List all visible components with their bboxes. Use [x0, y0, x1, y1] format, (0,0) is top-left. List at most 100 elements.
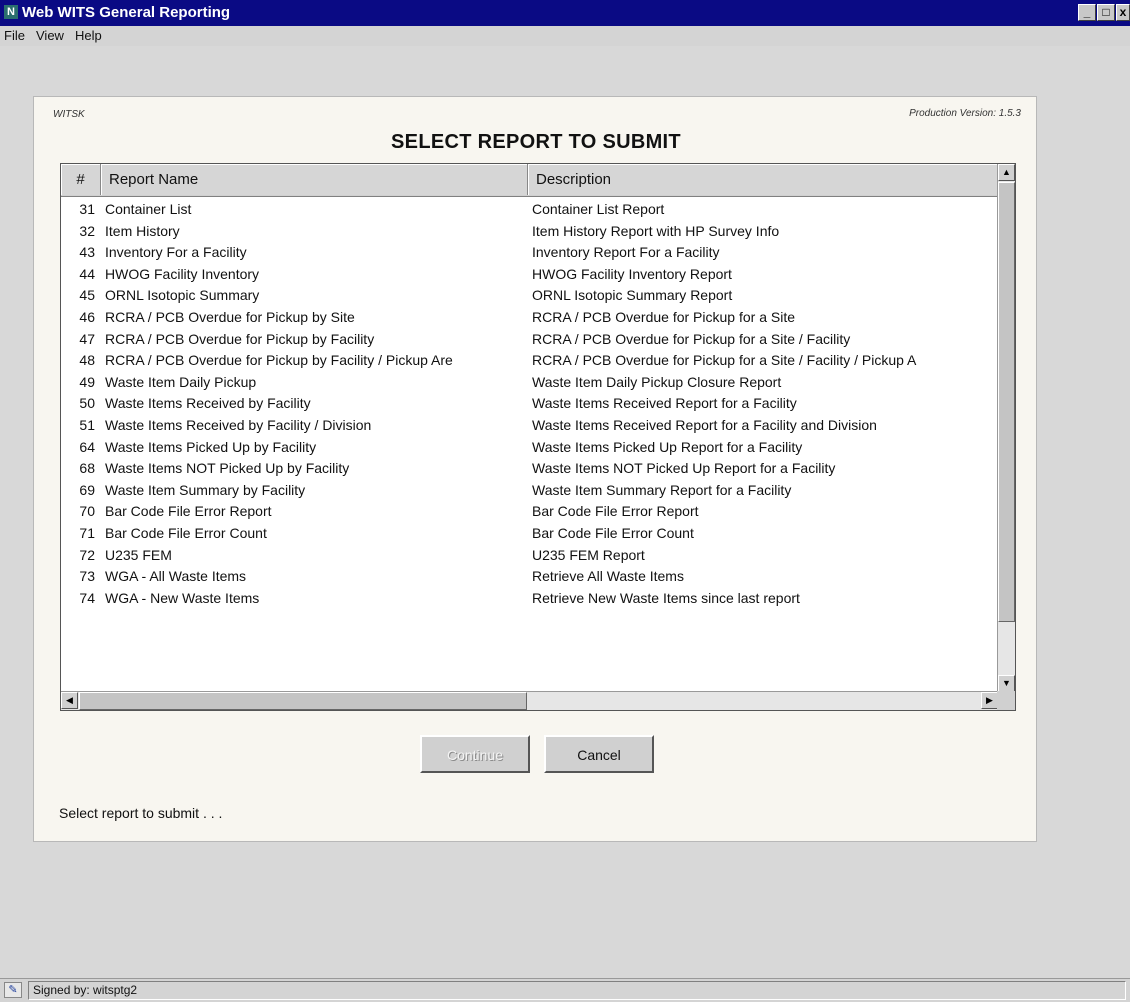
- report-number-cell: 64: [79, 438, 95, 455]
- report-number-cell: 50: [79, 395, 95, 412]
- table-row[interactable]: 69 Waste Item Summary by Facility Waste It…: [61, 480, 998, 502]
- report-number-cell: 32: [79, 222, 95, 239]
- report-name-cell: RCRA / PCB Overdue for Pickup by Facilit…: [105, 330, 375, 347]
- signed-by-label: Signed by: witsptg2: [28, 981, 1126, 1000]
- report-name-cell: Waste Items Received by Facility: [105, 395, 311, 412]
- report-name-cell: U235 FEM: [105, 546, 172, 563]
- scroll-left-arrow-icon[interactable]: ◀: [61, 692, 78, 709]
- report-number-cell: 31: [79, 201, 95, 217]
- report-number-cell: 51: [79, 417, 95, 433]
- report-name-cell: Bar Code File Error Report: [105, 503, 272, 520]
- security-key-icon: ✎: [4, 982, 22, 998]
- report-description-cell: HWOG Facility Inventory Report: [532, 265, 732, 282]
- report-number-cell: 49: [79, 373, 95, 390]
- report-description-cell: Waste Item Summary Report for a Facility: [532, 481, 792, 498]
- minimize-button[interactable]: _: [1078, 4, 1096, 21]
- report-name-cell: RCRA / PCB Overdue for Pickup by Facilit…: [105, 352, 453, 369]
- table-row[interactable]: 73 WGA - All Waste Items Retrieve All Wast…: [61, 566, 998, 588]
- report-number-cell: 69: [79, 481, 95, 498]
- report-description-cell: Inventory Report For a Facility: [532, 244, 720, 261]
- report-name-cell: Waste Item Summary by Facility: [105, 481, 306, 498]
- report-number-cell: 73: [79, 568, 95, 585]
- report-description-cell: Waste Item Daily Pickup Closure Report: [532, 373, 782, 390]
- report-number-cell: 72: [79, 546, 95, 563]
- report-name-cell: Waste Item Daily Pickup: [105, 373, 257, 390]
- report-name-cell: Bar Code File Error Count: [105, 525, 267, 541]
- table-row[interactable]: 45 ORNL Isotopic Summary ORNL Isotopic Sum…: [61, 285, 998, 307]
- report-name-cell: Container List: [105, 201, 192, 217]
- report-number-cell: 45: [79, 287, 95, 304]
- table-row[interactable]: 47 RCRA / PCB Overdue for Pickup by Facil…: [61, 329, 998, 351]
- report-name-cell: WGA - New Waste Items: [105, 589, 260, 606]
- version-label: Production Version: 1.5.3: [909, 108, 1021, 119]
- status-message: Select report to submit . . .: [59, 805, 223, 821]
- report-panel: WITSK Production Version: 1.5.3 SELECT R…: [33, 96, 1037, 842]
- report-name-cell: Waste Items Received by Facility / Divis…: [105, 417, 372, 433]
- report-name-cell: Inventory For a Facility: [105, 244, 247, 261]
- continue-button[interactable]: Continue: [420, 735, 530, 773]
- report-description-cell: U235 FEM Report: [532, 546, 645, 563]
- menu-help[interactable]: Help: [75, 28, 102, 43]
- table-row[interactable]: 49 Waste Item Daily Pickup Waste Item Dail…: [61, 372, 998, 394]
- report-name-cell: Item History: [105, 222, 180, 239]
- table-header: # Report Name Description: [61, 164, 998, 197]
- report-number-cell: 68: [79, 460, 95, 477]
- column-header-description[interactable]: Description: [528, 164, 998, 195]
- table-row[interactable]: 32 Item History Item History Report with H…: [61, 221, 998, 243]
- report-description-cell: Waste Items NOT Picked Up Report for a F…: [532, 460, 836, 477]
- report-table: # Report Name Description 31 Container Li…: [60, 163, 1016, 711]
- report-number-cell: 47: [79, 330, 95, 347]
- cancel-button[interactable]: Cancel: [544, 735, 654, 773]
- vertical-scroll-thumb[interactable]: [998, 182, 1015, 622]
- table-row[interactable]: 50 Waste Items Received by Facility Waste …: [61, 393, 998, 415]
- table-row[interactable]: 71 Bar Code File Error Count Bar Code File…: [61, 523, 998, 545]
- table-row[interactable]: 31 Container List Container List Report: [61, 199, 998, 221]
- table-row[interactable]: 43 Inventory For a Facility Inventory Repo…: [61, 242, 998, 264]
- vertical-scrollbar[interactable]: ▲ ▼: [997, 164, 1015, 692]
- app-code: WITSK: [53, 109, 85, 120]
- report-description-cell: Waste Items Received Report for a Facili…: [532, 395, 797, 412]
- report-name-cell: RCRA / PCB Overdue for Pickup by Site: [105, 309, 355, 325]
- table-row[interactable]: 51 Waste Items Received by Facility / Div…: [61, 415, 998, 437]
- report-description-cell: Waste Items Received Report for a Facili…: [532, 417, 877, 433]
- report-description-cell: ORNL Isotopic Summary Report: [532, 287, 733, 304]
- table-row[interactable]: 68 Waste Items NOT Picked Up by Facility W…: [61, 458, 998, 480]
- report-description-cell: RCRA / PCB Overdue for Pickup for a Site…: [532, 352, 917, 369]
- horizontal-scroll-thumb[interactable]: [79, 692, 527, 710]
- table-row[interactable]: 44 HWOG Facility Inventory HWOG Facility I…: [61, 264, 998, 286]
- table-row[interactable]: 46 RCRA / PCB Overdue for Pickup by Site R…: [61, 307, 998, 329]
- table-row[interactable]: 72 U235 FEM U235 FEM Report: [61, 545, 998, 567]
- table-row[interactable]: 70 Bar Code File Error Report Bar Code Fil…: [61, 501, 998, 523]
- menu-file[interactable]: File: [4, 28, 25, 43]
- table-row[interactable]: 64 Waste Items Picked Up by Facility Waste…: [61, 437, 998, 459]
- maximize-button[interactable]: □: [1097, 4, 1115, 21]
- report-description-cell: Bar Code File Error Report: [532, 503, 699, 520]
- table-row[interactable]: 74 WGA - New Waste Items Retrieve New Wast…: [61, 588, 998, 610]
- report-description-cell: Retrieve New Waste Items since last repo…: [532, 589, 800, 606]
- menu-bar: File View Help: [0, 26, 1130, 46]
- report-description-cell: Item History Report with HP Survey Info: [532, 222, 780, 239]
- report-name-cell: WGA - All Waste Items: [105, 568, 247, 585]
- close-button[interactable]: x: [1116, 4, 1130, 21]
- column-header-number[interactable]: #: [61, 164, 101, 195]
- report-name-cell: HWOG Facility Inventory: [105, 265, 260, 282]
- report-description-cell: Waste Items Picked Up Report for a Facil…: [532, 438, 803, 455]
- report-description-cell: Bar Code File Error Count: [532, 525, 694, 541]
- report-number-cell: 70: [79, 503, 95, 520]
- scroll-right-arrow-icon[interactable]: ▶: [981, 692, 998, 709]
- report-name-cell: Waste Items NOT Picked Up by Facility: [105, 460, 350, 477]
- report-description-cell: RCRA / PCB Overdue for Pickup for a Site…: [532, 330, 851, 347]
- horizontal-scrollbar[interactable]: ◀ ▶: [61, 691, 998, 710]
- menu-view[interactable]: View: [36, 28, 64, 43]
- scroll-down-arrow-icon[interactable]: ▼: [998, 675, 1015, 692]
- scroll-up-arrow-icon[interactable]: ▲: [998, 164, 1015, 181]
- report-number-cell: 44: [79, 265, 95, 282]
- report-description-cell: RCRA / PCB Overdue for Pickup for a Site: [532, 309, 795, 325]
- table-row[interactable]: 48 RCRA / PCB Overdue for Pickup by Facil…: [61, 350, 998, 372]
- status-bar: ✎ Signed by: witsptg2: [0, 978, 1130, 1002]
- column-header-report-name[interactable]: Report Name: [101, 164, 528, 195]
- report-name-cell: ORNL Isotopic Summary: [105, 287, 260, 304]
- app-icon: N: [4, 5, 18, 19]
- window-title: Web WITS General Reporting: [22, 4, 231, 21]
- report-number-cell: 74: [79, 589, 95, 606]
